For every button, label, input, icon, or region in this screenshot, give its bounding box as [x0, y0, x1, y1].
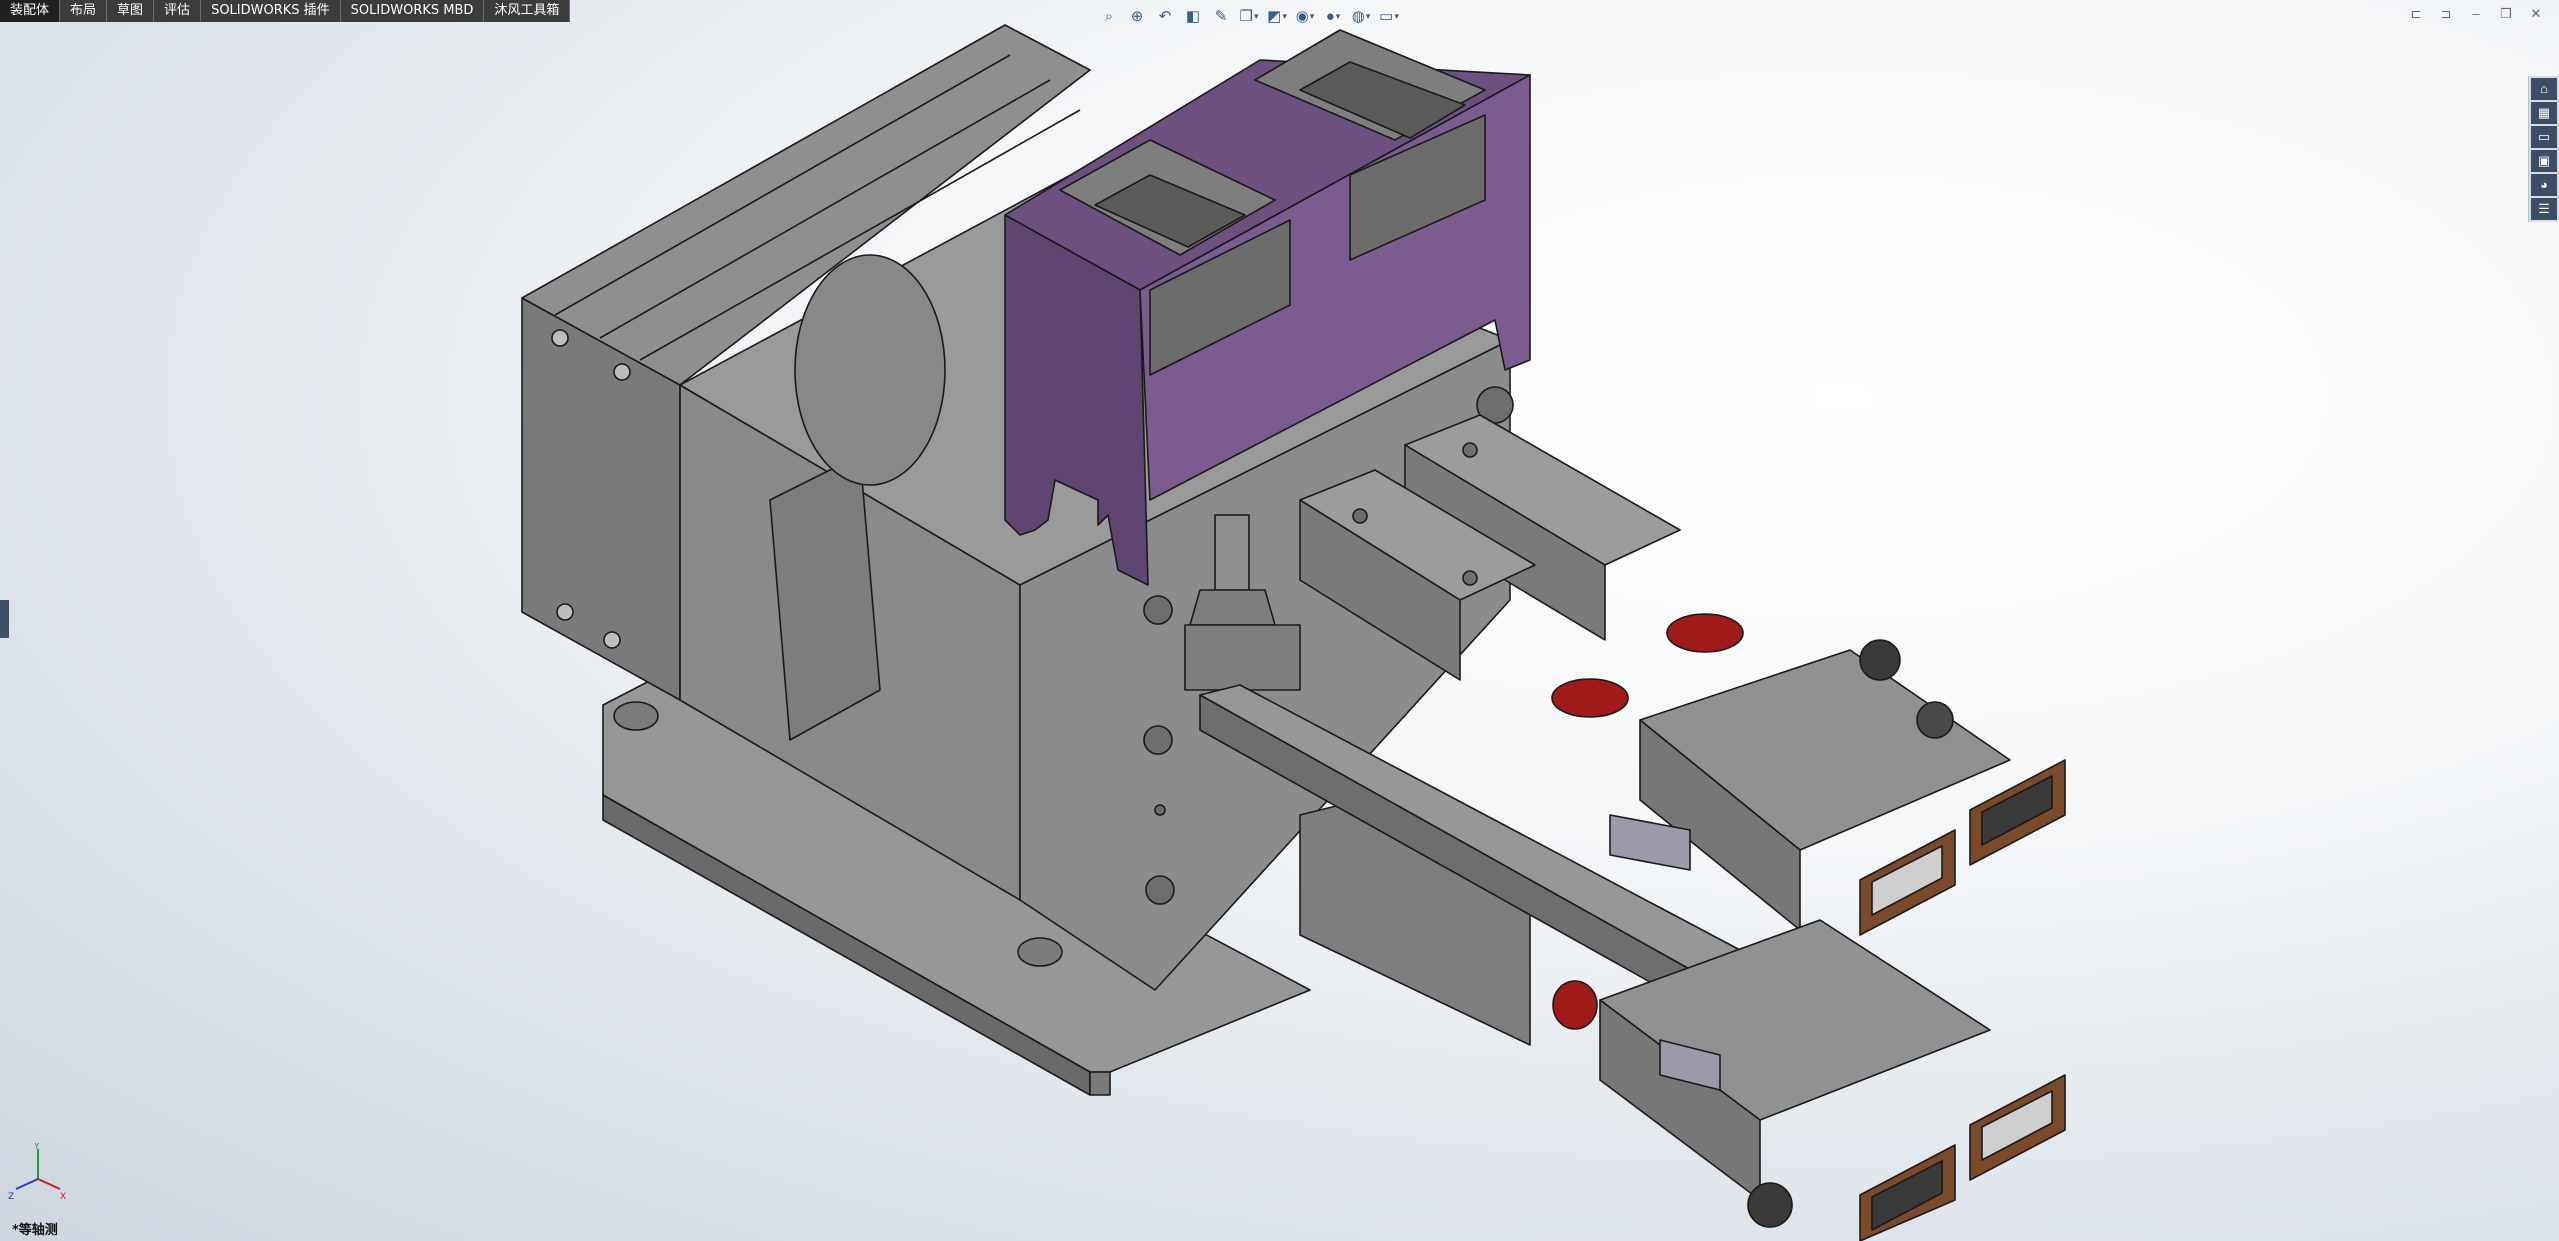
restore-icon[interactable]: ❐ — [2497, 5, 2515, 23]
cylinder-port — [1462, 570, 1478, 586]
shaft-bracket — [1184, 624, 1301, 691]
graphics-area-model[interactable] — [0, 0, 2559, 1241]
cylinder-port — [1352, 508, 1368, 524]
command-manager-tabs: 装配体 布局 草图 评估 SOLIDWORKS 插件 SOLIDWORKS MB… — [0, 0, 571, 22]
hex-nut — [1189, 589, 1276, 626]
tab-evaluate[interactable]: 评估 — [154, 0, 202, 22]
air-fitting — [1859, 639, 1901, 681]
spring — [1551, 678, 1629, 718]
main-block-pocket — [769, 454, 881, 741]
custom-properties-icon[interactable]: ☰ — [2531, 198, 2557, 220]
base-plate-hole — [613, 701, 659, 731]
edit-appearance-icon[interactable]: ● — [1322, 5, 1344, 27]
task-pane-tabs: ⌂ ▦ ▭ ▣ ◕ ☰ — [2528, 76, 2559, 222]
previous-view-icon[interactable]: ↶ — [1154, 5, 1176, 27]
reference-triad: Y X Z — [8, 1143, 66, 1202]
base-plate-side — [1089, 1071, 1111, 1096]
spring — [1666, 613, 1744, 653]
rear-plate-notch — [603, 631, 621, 649]
appearances-icon[interactable]: ◕ — [2531, 174, 2557, 196]
body-hole — [1143, 595, 1173, 625]
triad-z-label: Z — [8, 1192, 14, 1202]
spring — [1552, 980, 1598, 1030]
cylinder-port — [1462, 442, 1478, 458]
minimize-icon[interactable]: – — [2467, 5, 2485, 23]
body-hole — [1154, 804, 1166, 816]
triad-y-label: Y — [33, 1143, 40, 1152]
dynamic-annotation-icon[interactable]: ✎ — [1210, 5, 1232, 27]
view-orientation-icon[interactable]: ❐ — [1238, 5, 1260, 27]
body-hole — [1145, 875, 1175, 905]
body-bore — [794, 254, 946, 486]
tab-assembly[interactable]: 装配体 — [0, 0, 61, 22]
body-hole — [1143, 725, 1173, 755]
view-palette-icon[interactable]: ▣ — [2531, 150, 2557, 172]
rear-plate-notch — [556, 603, 574, 621]
tab-solidworks-mbd[interactable]: SOLIDWORKS MBD — [340, 0, 485, 22]
heads-up-view-toolbar: ⌕ ⊕ ↶ ◧ ✎ ❐ ◩ ◉ ● ◍ ▭ — [1098, 3, 1400, 29]
close-icon[interactable]: ✕ — [2527, 5, 2545, 23]
view-settings-icon[interactable]: ▭ — [1378, 5, 1400, 27]
triad-x-label: X — [60, 1192, 66, 1202]
solidworks-resources-icon[interactable]: ⌂ — [2531, 78, 2557, 100]
base-plate-hole — [1017, 937, 1063, 967]
apply-scene-icon[interactable]: ◍ — [1350, 5, 1372, 27]
shaft — [1214, 514, 1250, 591]
tab-layout[interactable]: 布局 — [60, 0, 108, 22]
hide-show-items-icon[interactable]: ◉ — [1294, 5, 1316, 27]
tab-sketch[interactable]: 草图 — [107, 0, 155, 22]
rear-plate-notch — [551, 329, 569, 347]
air-fitting — [1916, 701, 1954, 739]
window-controls: ⊏ ⊐ – ❐ ✕ — [2407, 5, 2545, 23]
file-explorer-icon[interactable]: ▭ — [2531, 126, 2557, 148]
air-fitting — [1747, 1182, 1793, 1228]
display-style-icon[interactable]: ◩ — [1266, 5, 1288, 27]
tab-mufeng-toolbox[interactable]: 沐风工具箱 — [484, 0, 571, 22]
view-orientation-label: *等轴测 — [12, 1223, 58, 1238]
tile-left-icon[interactable]: ⊏ — [2407, 5, 2425, 23]
tab-solidworks-addins[interactable]: SOLIDWORKS 插件 — [201, 0, 341, 22]
feature-manager-collapse-handle[interactable] — [0, 600, 9, 638]
design-library-icon[interactable]: ▦ — [2531, 102, 2557, 124]
tile-right-icon[interactable]: ⊐ — [2437, 5, 2455, 23]
rear-plate-notch — [613, 363, 631, 381]
section-view-icon[interactable]: ◧ — [1182, 5, 1204, 27]
zoom-to-fit-icon[interactable]: ⌕ — [1098, 5, 1120, 27]
zoom-area-icon[interactable]: ⊕ — [1126, 5, 1148, 27]
